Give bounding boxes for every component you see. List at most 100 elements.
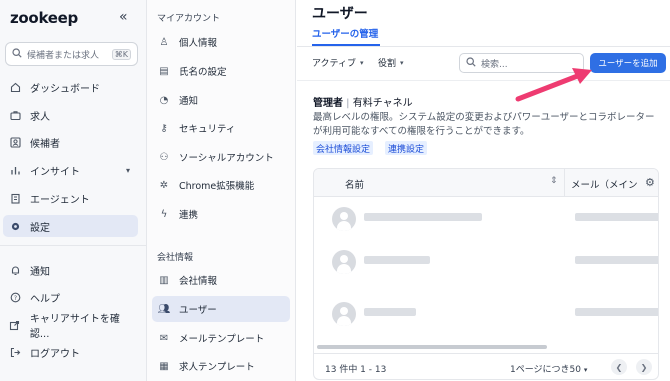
menu-item-mail-templates[interactable]: ✉ メールテンプレート <box>152 325 290 351</box>
menu-item-company-info[interactable]: ▥ 会社情報 <box>152 267 290 293</box>
menu-item-users[interactable]: 👥︎ ユーザー <box>152 296 290 322</box>
svg-text:?: ? <box>13 295 16 302</box>
chevron-down-icon[interactable]: ▾ <box>126 166 130 175</box>
sidebar-item-label: キャリアサイトを確認... <box>29 314 120 340</box>
key-icon: ⚷ <box>160 122 168 134</box>
per-page-label: 1ページにつき50 <box>510 365 581 375</box>
sidebar-item-label: 設定 <box>30 222 50 234</box>
chevron-down-icon: ▾ <box>360 58 364 67</box>
table-row[interactable] <box>314 294 658 338</box>
menu-item-label: 個人情報 <box>179 38 218 49</box>
search-icon <box>466 56 476 70</box>
gear-icon[interactable]: ⚙ <box>645 176 655 189</box>
table-row[interactable] <box>314 199 658 243</box>
sidebar-item-label: ログアウト <box>30 348 80 360</box>
sort-icon[interactable]: ⇕ <box>550 176 558 186</box>
menu-item-personal-info[interactable]: ♙ 個人情報 <box>152 29 290 55</box>
blurred-email <box>575 256 658 264</box>
sidebar-item-label: インサイト <box>30 166 80 178</box>
prev-page-button[interactable]: ❮ <box>611 359 627 375</box>
result-count: 13 件中 1 - 13 <box>325 365 387 375</box>
tab-divider <box>297 46 670 47</box>
sidebar-item-logout[interactable]: ログアウト <box>3 341 138 363</box>
search-icon <box>12 47 22 61</box>
table-header: 名前 ⇕ メール（メイン ⚙ <box>314 169 658 197</box>
briefcase-icon <box>9 109 21 121</box>
blurred-email <box>575 213 658 221</box>
global-search-input[interactable]: 候補者または求人 ⌘K <box>5 42 138 66</box>
permission-chip: 連携設定 <box>385 141 428 155</box>
logout-icon <box>9 346 21 358</box>
sidebar-item-agents[interactable]: エージェント <box>3 187 138 209</box>
help-icon: ? <box>9 291 21 303</box>
menu-item-security[interactable]: ⚷ セキュリティ <box>152 115 290 141</box>
bell-icon <box>9 264 21 276</box>
settings-menu: マイアカウント ♙ 個人情報 ▤ 氏名の設定 ◔ 通知 ⚷ セキュリティ ⚇ ソ… <box>147 0 296 381</box>
mail-icon: ✉ <box>159 332 169 344</box>
users-icon: 👥︎ <box>157 303 171 315</box>
add-user-button[interactable]: ユーザーを追加 <box>590 53 666 73</box>
building-icon <box>9 192 21 204</box>
sidebar-item-label: 通知 <box>30 266 50 278</box>
menu-item-label: Chrome拡張機能 <box>179 181 255 192</box>
role-plan: 有料チャネル <box>352 98 413 109</box>
social-icon: ⚇ <box>159 151 169 163</box>
table-row[interactable] <box>314 242 658 286</box>
menu-item-integrations[interactable]: ϟ 連携 <box>152 201 290 227</box>
column-header-name[interactable]: 名前 <box>345 177 364 191</box>
sidebar-item-label: エージェント <box>30 194 90 206</box>
sidebar-item-career-site[interactable]: キャリアサイトを確認... <box>3 314 138 340</box>
menu-item-label: ユーザー <box>179 305 217 316</box>
menu-item-label: 氏名の設定 <box>179 67 227 78</box>
menu-item-name-settings[interactable]: ▤ 氏名の設定 <box>152 58 290 84</box>
home-icon <box>9 81 21 93</box>
horizontal-scrollbar[interactable] <box>317 345 547 349</box>
menu-item-label: 通知 <box>179 96 199 107</box>
status-filter-dropdown[interactable]: アクティブ ▾ <box>312 56 364 70</box>
menu-item-job-templates[interactable]: ▦ 求人テンプレート <box>152 353 290 379</box>
menu-item-label: 求人テンプレート <box>179 362 255 373</box>
bolt-icon: ϟ <box>160 208 168 220</box>
sidebar-item-settings[interactable]: 設定 <box>3 215 138 237</box>
sidebar-item-dashboard[interactable]: ダッシュボード <box>3 76 138 98</box>
column-header-mail[interactable]: メール（メイン <box>571 177 638 191</box>
menu-item-social-accounts[interactable]: ⚇ ソーシャルアカウント <box>152 144 290 170</box>
shortcut-badge: ⌘K <box>111 48 131 60</box>
menu-item-label: セキュリティ <box>179 124 236 135</box>
per-page-select[interactable]: 1ページにつき50 ▾ <box>510 362 587 375</box>
next-page-button[interactable]: ❯ <box>636 359 652 375</box>
status-filter-label: アクティブ <box>312 59 357 69</box>
menu-item-chrome-extension[interactable]: ✲ Chrome拡張機能 <box>152 172 290 198</box>
section-title-account: マイアカウント <box>157 14 221 24</box>
sidebar-item-jobs[interactable]: 求人 <box>3 104 138 126</box>
tab-user-management[interactable]: ユーザーの管理 <box>312 26 378 40</box>
candidates-icon <box>9 136 21 148</box>
blurred-email <box>575 308 658 316</box>
chevron-down-icon: ▾ <box>400 58 404 67</box>
collapse-sidebar-icon[interactable]: « <box>119 9 128 25</box>
sidebar-item-label: 求人 <box>30 111 50 123</box>
external-link-icon <box>9 319 21 331</box>
sidebar-item-candidates[interactable]: 候補者 <box>3 131 138 153</box>
menu-item-notifications[interactable]: ◔ 通知 <box>152 87 290 113</box>
user-icon: ♙ <box>159 36 169 48</box>
sidebar-item-notifications[interactable]: 通知 <box>3 259 138 281</box>
role-filter-label: 役割 <box>378 59 397 69</box>
avatar <box>332 207 356 231</box>
blurred-name <box>364 213 482 221</box>
annotation-arrow-icon <box>515 68 592 102</box>
sidebar-item-insights[interactable]: インサイト ▾ <box>3 159 138 181</box>
template-icon: ▦ <box>159 360 169 372</box>
main-sidebar: zookeep « 候補者または求人 ⌘K ダッシュボード 求人 候補者 インサ… <box>0 0 147 381</box>
chevron-down-icon: ▾ <box>583 366 588 374</box>
role-description: 最高レベルの権限。システム設定の変更およびパワーユーザーとコラボレーターが利用可… <box>313 112 655 137</box>
sidebar-item-help[interactable]: ? ヘルプ <box>3 286 138 308</box>
sidebar-item-label: 候補者 <box>30 138 60 150</box>
logo[interactable]: zookeep <box>10 9 78 27</box>
main-content: ユーザー ユーザーの管理 アクティブ ▾ 役割 ▾ 検索... ユーザーを追加 … <box>297 0 670 381</box>
bell-icon: ◔ <box>159 94 169 106</box>
menu-item-label: 連携 <box>179 210 199 221</box>
avatar <box>332 302 356 326</box>
role-filter-dropdown[interactable]: 役割 ▾ <box>378 56 404 70</box>
puzzle-icon: ✲ <box>159 179 169 191</box>
